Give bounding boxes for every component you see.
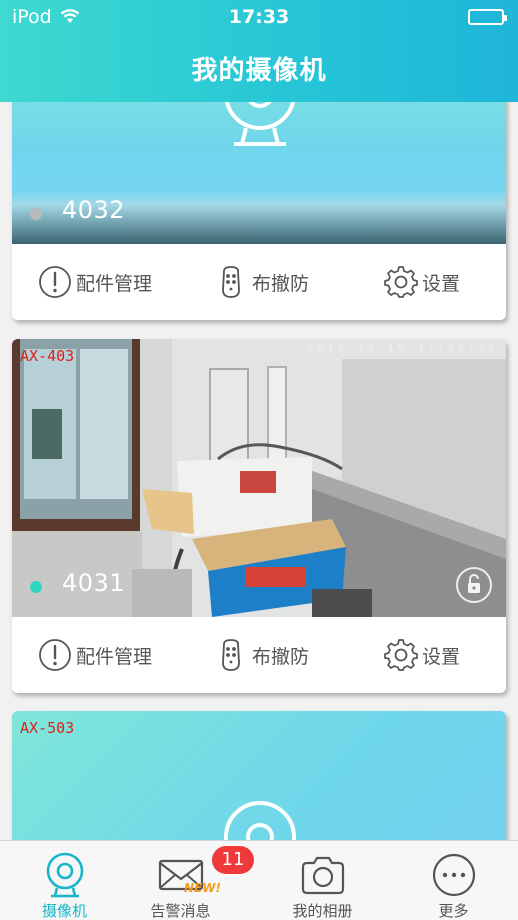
camera-name: 4031 bbox=[62, 569, 126, 597]
arm-disarm-button[interactable]: 布撤防 bbox=[214, 617, 309, 693]
status-dot bbox=[30, 208, 42, 220]
photo-camera-icon bbox=[301, 856, 344, 895]
camera-placeholder-icon bbox=[220, 102, 300, 154]
clock: 17:33 bbox=[228, 6, 290, 28]
accessory-management-button[interactable]: 配件管理 bbox=[38, 244, 152, 320]
camera-card[interactable]: AX-403 2015 10 19 17:32:39 4031 配件管理 布撤防… bbox=[12, 339, 506, 693]
tab-label: 告警消息 bbox=[150, 902, 211, 920]
tab-label: 更多 bbox=[438, 902, 469, 920]
camera-list[interactable]: 4032 配件管理 布撤防 设置 AX-403 2015 10 19 17:32… bbox=[0, 102, 518, 840]
tab-label: 我的相册 bbox=[292, 902, 353, 920]
camera-placeholder-icon bbox=[220, 797, 300, 840]
action-label: 布撤防 bbox=[252, 645, 310, 668]
more-icon bbox=[432, 853, 475, 897]
settings-button[interactable]: 设置 bbox=[384, 244, 460, 320]
camera-name: 4032 bbox=[62, 196, 126, 224]
action-label: 设置 bbox=[422, 645, 461, 668]
page-title: 我的摄像机 bbox=[191, 56, 327, 86]
gear-icon bbox=[384, 266, 418, 298]
tab-label: 摄像机 bbox=[41, 902, 87, 920]
camera-model-tag: AX-403 bbox=[20, 347, 75, 365]
card-actions: 配件管理 布撤防 设置 bbox=[12, 617, 506, 693]
remote-icon bbox=[222, 266, 240, 298]
card-actions: 配件管理 布撤防 设置 bbox=[12, 244, 506, 320]
action-label: 布撤防 bbox=[252, 272, 310, 295]
battery-icon bbox=[468, 9, 507, 25]
status-bar: iPod 17:33 bbox=[0, 0, 518, 34]
app-header: iPod 17:33 我的摄像机 bbox=[0, 0, 518, 102]
exclamation-icon bbox=[39, 639, 71, 671]
camera-preview[interactable]: 4032 bbox=[12, 102, 506, 244]
tab-album[interactable]: 我的相册 bbox=[258, 841, 387, 920]
unlocked-icon[interactable] bbox=[456, 567, 492, 603]
action-label: 配件管理 bbox=[76, 272, 153, 295]
status-dot bbox=[30, 581, 42, 593]
tab-bar: 摄像机 告警消息 我的相册 更多 bbox=[0, 840, 518, 920]
tab-more[interactable]: 更多 bbox=[389, 841, 518, 920]
tab-cameras[interactable]: 摄像机 bbox=[0, 841, 129, 920]
camera-preview[interactable]: AX-403 2015 10 19 17:32:39 4031 bbox=[12, 339, 506, 617]
osd-timestamp: 2015 10 19 17:32:39 bbox=[307, 343, 498, 354]
gear-icon bbox=[384, 639, 418, 671]
camera-card[interactable]: AX-503 bbox=[12, 711, 506, 840]
camera-tab-icon bbox=[46, 852, 83, 898]
settings-button[interactable]: 设置 bbox=[384, 617, 460, 693]
remote-icon bbox=[222, 639, 240, 671]
camera-preview[interactable]: AX-503 bbox=[12, 711, 506, 840]
new-label: NEW! bbox=[184, 881, 221, 895]
camera-model-tag: AX-503 bbox=[20, 719, 75, 737]
action-label: 配件管理 bbox=[76, 645, 153, 668]
accessory-management-button[interactable]: 配件管理 bbox=[38, 617, 152, 693]
camera-card[interactable]: 4032 配件管理 布撤防 设置 bbox=[12, 102, 506, 320]
action-label: 设置 bbox=[422, 272, 461, 295]
exclamation-icon bbox=[39, 266, 71, 298]
alert-count-badge: 11 bbox=[212, 846, 254, 874]
arm-disarm-button[interactable]: 布撤防 bbox=[214, 244, 309, 320]
